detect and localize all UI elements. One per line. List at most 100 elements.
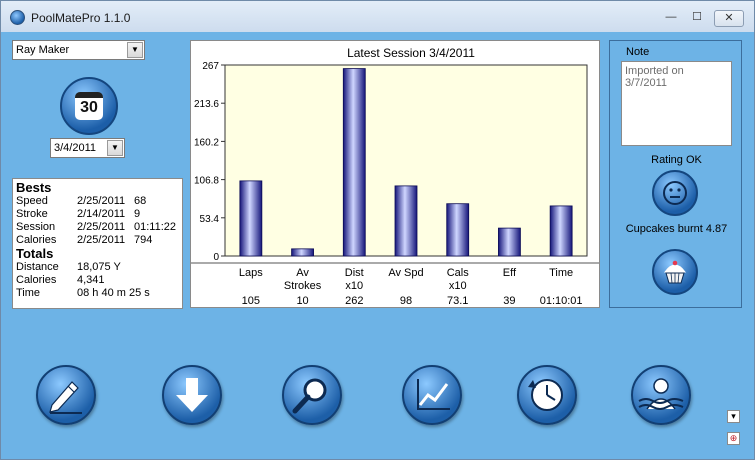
filter-button[interactable]: ▾ <box>727 410 740 423</box>
category-sublabel: x10 <box>345 280 363 292</box>
calendar-button[interactable]: 30 <box>60 77 118 135</box>
app-logo-icon <box>10 10 25 25</box>
bests-date: 2/25/2011 <box>77 234 126 246</box>
bests-row: Speed 2/25/2011 68 <box>16 195 179 208</box>
category-label: Laps <box>239 267 263 279</box>
value-label: 262 <box>345 295 363 307</box>
value-label: 10 <box>296 295 308 307</box>
value-label: 105 <box>242 295 260 307</box>
line-chart-icon <box>417 379 450 410</box>
note-textarea[interactable]: Imported on 3/7/2011 <box>621 61 732 146</box>
cupcakes-button[interactable] <box>652 249 698 295</box>
session-date-dropdown[interactable]: 3/4/2011 ▼ <box>50 138 125 158</box>
edit-session-button[interactable] <box>36 365 96 425</box>
value-label: 39 <box>503 295 515 307</box>
bests-row: Stroke 2/14/2011 9 <box>16 208 179 221</box>
statistics-button[interactable] <box>402 365 462 425</box>
y-tick-label: 267 <box>202 61 219 72</box>
bests-value: 794 <box>134 234 153 246</box>
totals-value: 4,341 <box>77 274 105 286</box>
y-tick-label: 53.4 <box>200 214 220 225</box>
note-panel: Note Imported on 3/7/2011 Rating OK Cupc… <box>609 40 742 308</box>
session-chart-panel: Latest Session 3/4/2011 0 53.4 106.8 160.2 21… <box>190 40 600 308</box>
neutral-face-icon <box>663 181 687 205</box>
swimmer-profile-icon <box>638 378 684 410</box>
value-label: 01:10:01 <box>540 295 583 307</box>
bests-date: 2/14/2011 <box>77 208 126 220</box>
window-title: PoolMatePro 1.1.0 <box>31 11 131 25</box>
user-dropdown[interactable]: Ray Maker ▼ <box>12 40 145 60</box>
category-label: Time <box>549 267 573 279</box>
bests-label: Session <box>16 221 56 233</box>
history-clock-icon <box>528 379 563 411</box>
chevron-down-icon[interactable]: ▼ <box>127 42 143 58</box>
category-label: Dist <box>345 267 364 279</box>
bar <box>291 248 314 257</box>
bests-label: Calories <box>16 234 57 246</box>
y-tick-label: 0 <box>213 252 219 263</box>
bar <box>498 227 521 257</box>
download-button[interactable] <box>162 365 222 425</box>
totals-label: Time <box>16 287 41 299</box>
bests-date: 2/25/2011 <box>77 221 126 233</box>
bar <box>239 180 263 257</box>
session-date-value: 3/4/2011 <box>54 142 97 154</box>
totals-value: 18,075 Y <box>77 261 121 273</box>
rating-button[interactable] <box>652 170 698 216</box>
cupcakes-label: Cupcakes burnt 4.87 <box>625 223 728 235</box>
help-button[interactable]: ⊕ <box>727 432 740 445</box>
bests-value: 68 <box>134 195 147 207</box>
category-label: Av Spd <box>388 267 423 279</box>
download-arrow-icon <box>176 378 208 412</box>
bests-value: 9 <box>134 208 141 220</box>
rating-label: Rating OK <box>651 154 702 166</box>
pencil-icon <box>49 381 82 414</box>
value-label: 98 <box>400 295 412 307</box>
value-label: 73.1 <box>447 295 468 307</box>
totals-row: Calories 4,341 <box>16 274 179 287</box>
y-tick-label: 106.8 <box>194 176 219 187</box>
main-area: Ray Maker ▼ 30 3/4/2011 ▼ Bests Speed 2/… <box>5 32 750 456</box>
swimmer-profile-button[interactable] <box>631 365 691 425</box>
category-label: Cals <box>447 267 470 279</box>
calendar-icon: 30 <box>75 92 103 120</box>
chevron-down-icon[interactable]: ▼ <box>107 140 123 156</box>
note-label: Note <box>626 46 650 58</box>
bar <box>446 203 470 257</box>
y-tick-label: 160.2 <box>194 137 219 148</box>
category-sublabel: x10 <box>449 280 467 292</box>
title-bar: PoolMatePro 1.1.0 — ☐ ✕ <box>1 1 754 32</box>
bar <box>394 185 418 257</box>
maximize-button[interactable]: ☐ <box>685 10 709 27</box>
totals-row: Time 08 h 40 m 25 s <box>16 287 179 300</box>
calendar-day: 30 <box>80 99 98 116</box>
minimize-button[interactable]: — <box>659 10 683 27</box>
user-dropdown-value: Ray Maker <box>16 44 70 56</box>
bests-totals-panel: Bests Speed 2/25/2011 68 Stroke 2/14/201… <box>12 178 183 309</box>
totals-label: Calories <box>16 274 57 286</box>
bar <box>342 68 366 257</box>
close-button[interactable]: ✕ <box>714 10 744 27</box>
bests-heading: Bests <box>16 180 52 195</box>
chart-title: Latest Session 3/4/2011 <box>347 46 475 60</box>
session-bar-chart: Latest Session 3/4/2011 0 53.4 106.8 160.2 21… <box>191 46 599 307</box>
y-tick-label: 213.6 <box>194 99 219 110</box>
magnifier-icon <box>292 378 327 414</box>
history-button[interactable] <box>517 365 577 425</box>
app-window: PoolMatePro 1.1.0 — ☐ ✕ Ray Maker ▼ 30 3… <box>0 0 755 460</box>
bests-row: Calories 2/25/2011 794 <box>16 234 179 247</box>
bests-row: Session 2/25/2011 01:11:22 <box>16 221 179 234</box>
bests-label: Speed <box>16 195 48 207</box>
totals-heading: Totals <box>16 246 54 261</box>
bests-label: Stroke <box>16 208 48 220</box>
totals-value: 08 h 40 m 25 s <box>77 287 150 299</box>
category-sublabel: Strokes <box>284 280 322 292</box>
bests-date: 2/25/2011 <box>77 195 126 207</box>
bests-value: 01:11:22 <box>134 221 177 233</box>
totals-row: Distance 18,075 Y <box>16 261 179 274</box>
category-label: Eff <box>503 267 517 279</box>
search-button[interactable] <box>282 365 342 425</box>
totals-label: Distance <box>16 261 59 273</box>
cupcake-icon <box>664 260 686 284</box>
category-label: Av <box>296 267 309 279</box>
